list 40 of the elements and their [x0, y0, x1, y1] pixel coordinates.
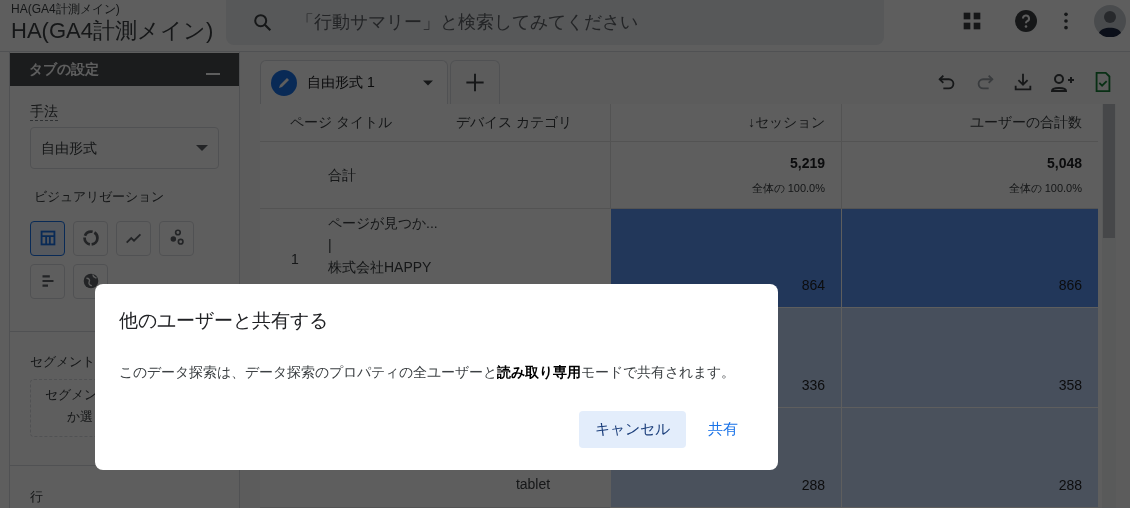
property-subtitle: HA(GA4計測メイン): [11, 2, 121, 16]
heatmap-cell: 288: [841, 408, 1098, 508]
dialog-title: 他のユーザーと共有する: [119, 309, 329, 333]
segment-label: セグメント: [30, 352, 96, 371]
panel-title: タブの設定: [29, 60, 99, 79]
page-title-text: 株式会社HAPPY: [328, 258, 433, 277]
technique-dropdown[interactable]: 自由形式: [30, 127, 219, 169]
row-number: 1: [290, 250, 300, 269]
dropdown-caret-icon: [196, 144, 208, 152]
column-header[interactable]: ページ タイトル: [260, 104, 440, 142]
help-icon[interactable]: [1014, 9, 1038, 33]
search-icon: [252, 11, 274, 34]
property-title: HA(GA4計測メイン): [11, 17, 215, 45]
heatmap-cell: 866: [841, 209, 1098, 308]
column-header[interactable]: ユーザーの合計数: [841, 104, 1098, 142]
total-label: 合計: [328, 165, 356, 185]
total-value: 5,048: [1046, 154, 1082, 174]
scrollbar-thumb[interactable]: [1103, 104, 1115, 238]
rows-label: 行: [30, 489, 43, 504]
device-category: tablet: [515, 475, 551, 494]
add-tab-icon[interactable]: [450, 60, 500, 104]
apps-grid-icon[interactable]: [962, 11, 982, 31]
dropdown-caret-icon: [423, 79, 433, 86]
column-header[interactable]: デバイス カテゴリ: [440, 104, 610, 142]
collapse-icon[interactable]: [206, 72, 220, 75]
avatar-icon[interactable]: [1094, 5, 1126, 37]
segment-hint: か選: [66, 408, 93, 426]
total-value: 5,219: [789, 154, 825, 174]
add-person-icon[interactable]: [1050, 71, 1076, 93]
page-title-text: ページが見つか...: [328, 214, 438, 233]
exploration-tab[interactable]: 自由形式 1: [260, 60, 448, 104]
pencil-icon: [271, 69, 297, 96]
total-share: 全体の 100.0%: [751, 181, 825, 197]
heatmap-cell: 358: [841, 308, 1098, 408]
share-button[interactable]: 共有: [692, 410, 754, 448]
page-title-text: |: [328, 236, 333, 255]
download-icon[interactable]: [1012, 71, 1034, 93]
total-share: 全体の 100.0%: [1008, 181, 1082, 197]
cancel-button[interactable]: キャンセル: [579, 410, 686, 448]
technique-label: 手法: [30, 102, 58, 121]
